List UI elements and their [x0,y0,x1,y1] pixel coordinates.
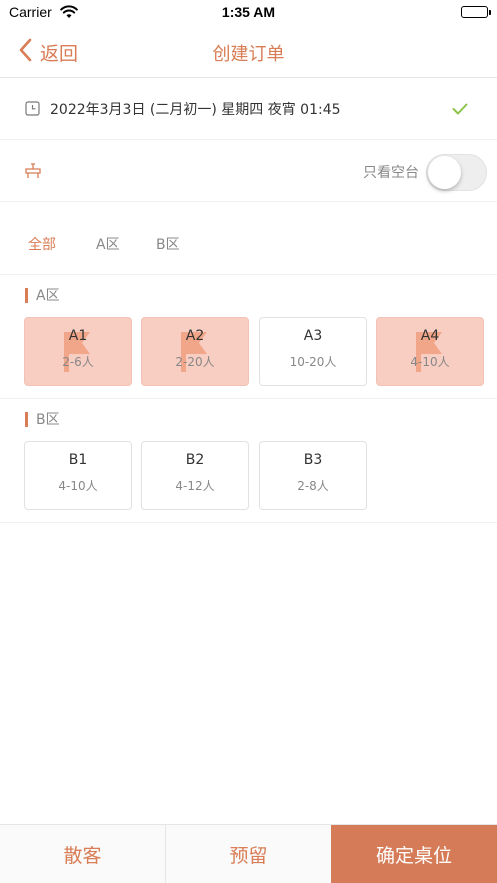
table-capacity: 2-20人 [175,355,215,369]
battery-icon [461,6,491,18]
table-capacity: 4-12人 [175,479,215,493]
status-clock: 1:35 AM [221,4,276,20]
table-capacity: 2-6人 [62,355,94,369]
tab-area-a[interactable]: A区 [96,234,120,254]
booking-datetime-row[interactable]: 2022年3月3日 (二月初一) 星期四 夜宵 01:45 [0,78,497,140]
section-name: A区 [36,288,60,304]
status-bar: Carrier 1:35 AM [0,0,497,26]
area-section-a: A区 A1 2-6人 A2 2-20人 A3 10-20人 A4 4-10人 [0,275,497,399]
check-icon [452,100,468,119]
bottom-action-bar: 散客 预留 确定桌位 [0,824,497,883]
table-card-a3[interactable]: A3 10-20人 [259,317,367,386]
table-card-a1[interactable]: A1 2-6人 [24,317,132,386]
page-title: 创建订单 [212,44,285,65]
section-marker [25,287,28,303]
section-marker [25,411,28,427]
toggle-knob [428,156,461,189]
dining-table-icon [24,161,42,183]
table-card-a2[interactable]: A2 2-20人 [141,317,249,386]
tab-all[interactable]: 全部 [28,234,56,254]
area-tabs: 全部 A区 B区 [0,202,497,275]
tab-area-b[interactable]: B区 [156,234,180,254]
table-card-b3[interactable]: B3 2-8人 [259,441,367,510]
section-title: B区 [25,411,60,428]
table-name: A4 [420,328,440,344]
walk-in-button[interactable]: 散客 [0,825,166,883]
area-section-b: B区 B1 4-10人 B2 4-12人 B3 2-8人 [0,399,497,523]
empty-only-label: 只看空台 [363,165,419,181]
reserve-button[interactable]: 预留 [166,825,331,883]
section-name: B区 [36,412,60,428]
table-name: A1 [68,328,88,344]
section-title: A区 [25,287,60,304]
booking-datetime: 2022年3月3日 (二月初一) 星期四 夜宵 01:45 [50,102,341,118]
confirm-table-button[interactable]: 确定桌位 [331,825,497,883]
table-card-b1[interactable]: B1 4-10人 [24,441,132,510]
table-name: A2 [185,328,205,344]
table-name: B1 [68,452,88,468]
table-capacity: 10-20人 [289,355,337,369]
table-card-a4[interactable]: A4 4-10人 [376,317,484,386]
navigation-bar: 返回 创建订单 [0,26,497,78]
empty-only-toggle[interactable] [426,154,487,191]
table-name: B2 [185,452,205,468]
table-card-b2[interactable]: B2 4-12人 [141,441,249,510]
table-filter-row: 只看空台 [0,140,497,202]
clock-calendar-icon [25,101,40,120]
table-capacity: 4-10人 [58,479,98,493]
table-capacity: 2-8人 [297,479,329,493]
table-capacity: 4-10人 [410,355,450,369]
table-name: A3 [303,328,323,344]
table-name: B3 [303,452,323,468]
